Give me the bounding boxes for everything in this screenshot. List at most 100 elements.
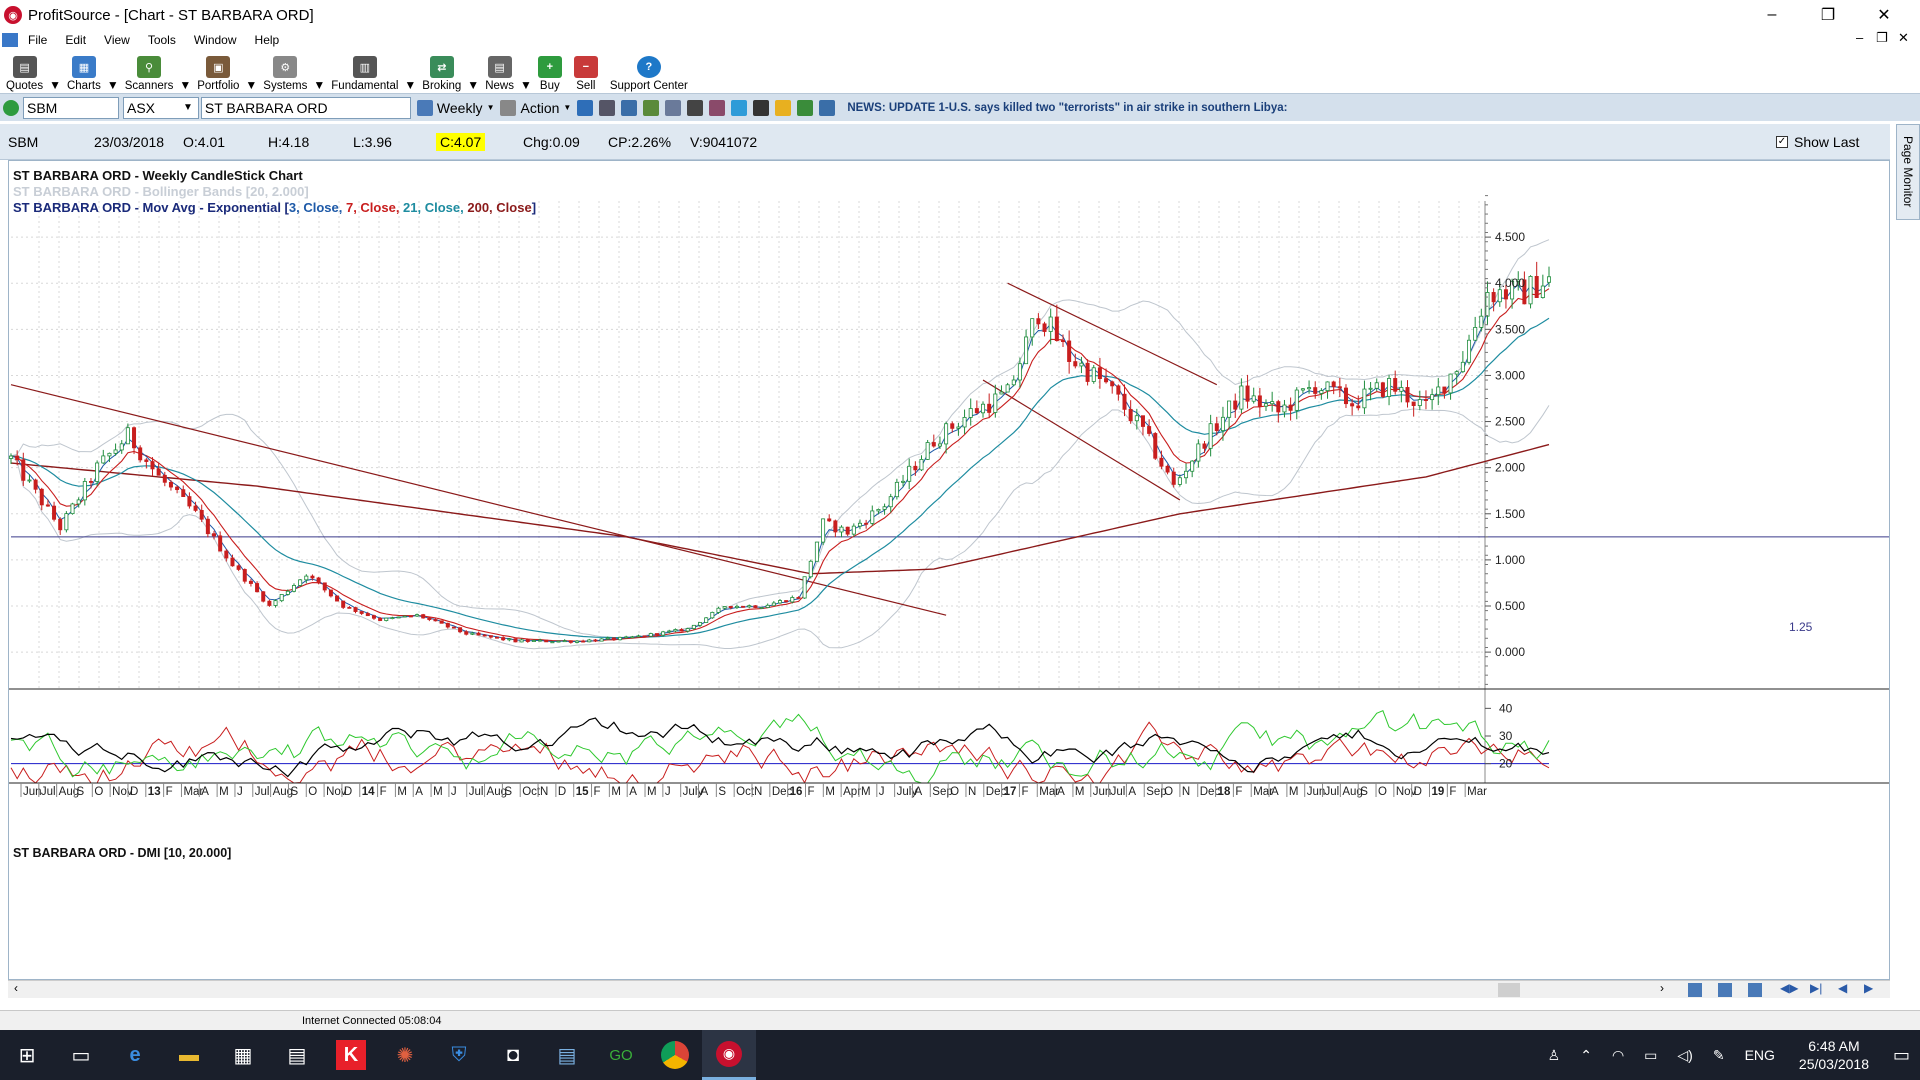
candle[interactable]	[1233, 400, 1238, 410]
candle[interactable]	[415, 614, 420, 617]
candle[interactable]	[1399, 387, 1404, 392]
symbol-code-input[interactable]	[23, 96, 119, 119]
candle[interactable]	[734, 605, 739, 609]
candle[interactable]	[378, 617, 383, 621]
candle[interactable]	[261, 591, 266, 602]
trendline[interactable]	[1007, 282, 1218, 386]
candle[interactable]	[747, 605, 752, 608]
candle[interactable]	[33, 479, 38, 490]
compass-icon[interactable]	[599, 99, 616, 116]
candle[interactable]	[205, 518, 210, 535]
candle[interactable]	[722, 606, 727, 609]
candle[interactable]	[1171, 471, 1176, 485]
candle[interactable]	[968, 408, 973, 418]
candle[interactable]	[1417, 399, 1422, 407]
candle[interactable]	[132, 427, 137, 449]
candle[interactable]	[974, 408, 979, 414]
candle[interactable]	[21, 459, 26, 481]
mdi-restore-icon[interactable]: ❐	[1876, 30, 1888, 46]
action-menu[interactable]: Action	[520, 100, 559, 116]
chevron-down-icon[interactable]: ▼	[49, 78, 61, 92]
chevron-up-icon[interactable]: ⌃	[1580, 1047, 1592, 1064]
candle[interactable]	[1017, 363, 1022, 381]
news-button[interactable]: ▤ News	[479, 50, 520, 92]
start-button[interactable]: ⊞	[0, 1030, 54, 1080]
nav-end-icon[interactable]: ▶|	[1810, 981, 1822, 995]
candle[interactable]	[827, 518, 832, 522]
trendline[interactable]	[982, 379, 1181, 501]
menu-help[interactable]: Help	[255, 33, 280, 47]
candle[interactable]	[1540, 285, 1545, 298]
candle[interactable]	[1067, 340, 1072, 362]
candle[interactable]	[894, 481, 899, 498]
chevron-down-icon[interactable]: ▼	[563, 103, 571, 112]
candle[interactable]	[870, 510, 875, 524]
candle[interactable]	[981, 403, 986, 414]
menu-view[interactable]: View	[104, 33, 130, 47]
candle[interactable]	[556, 640, 561, 643]
candle[interactable]	[636, 635, 641, 638]
security-name-input[interactable]	[200, 96, 411, 119]
chart-area[interactable]: 4.500 4.000 3.500 3.000 2.500 2.000 1.500 1.000…	[8, 160, 1890, 980]
candle[interactable]	[1393, 378, 1398, 392]
candle[interactable]	[544, 639, 549, 643]
candle[interactable]	[230, 557, 235, 567]
search-icon[interactable]	[643, 99, 660, 116]
candle[interactable]	[1140, 415, 1145, 427]
candle[interactable]	[88, 481, 93, 483]
candle[interactable]	[248, 580, 253, 584]
candle[interactable]	[550, 641, 555, 644]
candle[interactable]	[384, 617, 389, 621]
candle[interactable]	[1005, 384, 1010, 393]
candle[interactable]	[291, 585, 296, 592]
candle[interactable]	[1054, 316, 1059, 342]
candle[interactable]	[685, 628, 690, 632]
candle[interactable]	[1196, 443, 1201, 462]
candle[interactable]	[439, 620, 444, 624]
candle[interactable]	[882, 506, 887, 510]
candle[interactable]	[1503, 289, 1508, 300]
chevron-down-icon[interactable]: ▼	[183, 102, 193, 113]
candle[interactable]	[1479, 315, 1484, 328]
candle[interactable]	[1343, 387, 1348, 405]
app-button[interactable]: ✺	[378, 1030, 432, 1080]
candle[interactable]	[1220, 416, 1225, 431]
systems-button[interactable]: ⚙ Systems	[257, 50, 313, 92]
candle[interactable]	[1147, 426, 1152, 434]
chevron-down-icon[interactable]: ▼	[404, 78, 416, 92]
minimize-button[interactable]: –	[1744, 0, 1800, 30]
candle[interactable]	[661, 631, 666, 636]
candle[interactable]	[1547, 276, 1552, 283]
camera-button[interactable]: ◘	[486, 1030, 540, 1080]
candle[interactable]	[1122, 393, 1127, 410]
candle[interactable]	[187, 496, 192, 507]
candle[interactable]	[45, 504, 50, 507]
candle[interactable]	[901, 480, 906, 483]
nav-next-icon[interactable]: ▶	[1864, 981, 1873, 995]
candle[interactable]	[796, 597, 801, 599]
candle[interactable]	[501, 637, 506, 641]
support-center-button[interactable]: ? Support Center	[604, 50, 694, 92]
mdi-minimize-icon[interactable]: –	[1856, 30, 1863, 45]
candle[interactable]	[1485, 292, 1490, 317]
candle[interactable]	[1190, 460, 1195, 472]
candle[interactable]	[58, 518, 63, 531]
candle[interactable]	[679, 629, 684, 632]
candle[interactable]	[1097, 367, 1102, 379]
candle[interactable]	[224, 550, 229, 559]
candle[interactable]	[138, 447, 143, 461]
people-icon[interactable]: ♙	[1548, 1047, 1561, 1064]
layout-icon[interactable]	[665, 99, 682, 116]
volume-icon[interactable]: ◁)	[1677, 1047, 1692, 1064]
candle[interactable]	[107, 452, 112, 457]
charts-button[interactable]: ▦ Charts	[61, 50, 107, 92]
candle[interactable]	[396, 616, 401, 619]
chevron-down-icon[interactable]: ▼	[179, 78, 191, 92]
candle[interactable]	[648, 633, 653, 637]
candle[interactable]	[876, 509, 881, 512]
candle[interactable]	[82, 481, 87, 501]
candle[interactable]	[1319, 390, 1324, 394]
candle[interactable]	[599, 638, 604, 642]
candle[interactable]	[1307, 387, 1312, 390]
candle[interactable]	[482, 634, 487, 637]
